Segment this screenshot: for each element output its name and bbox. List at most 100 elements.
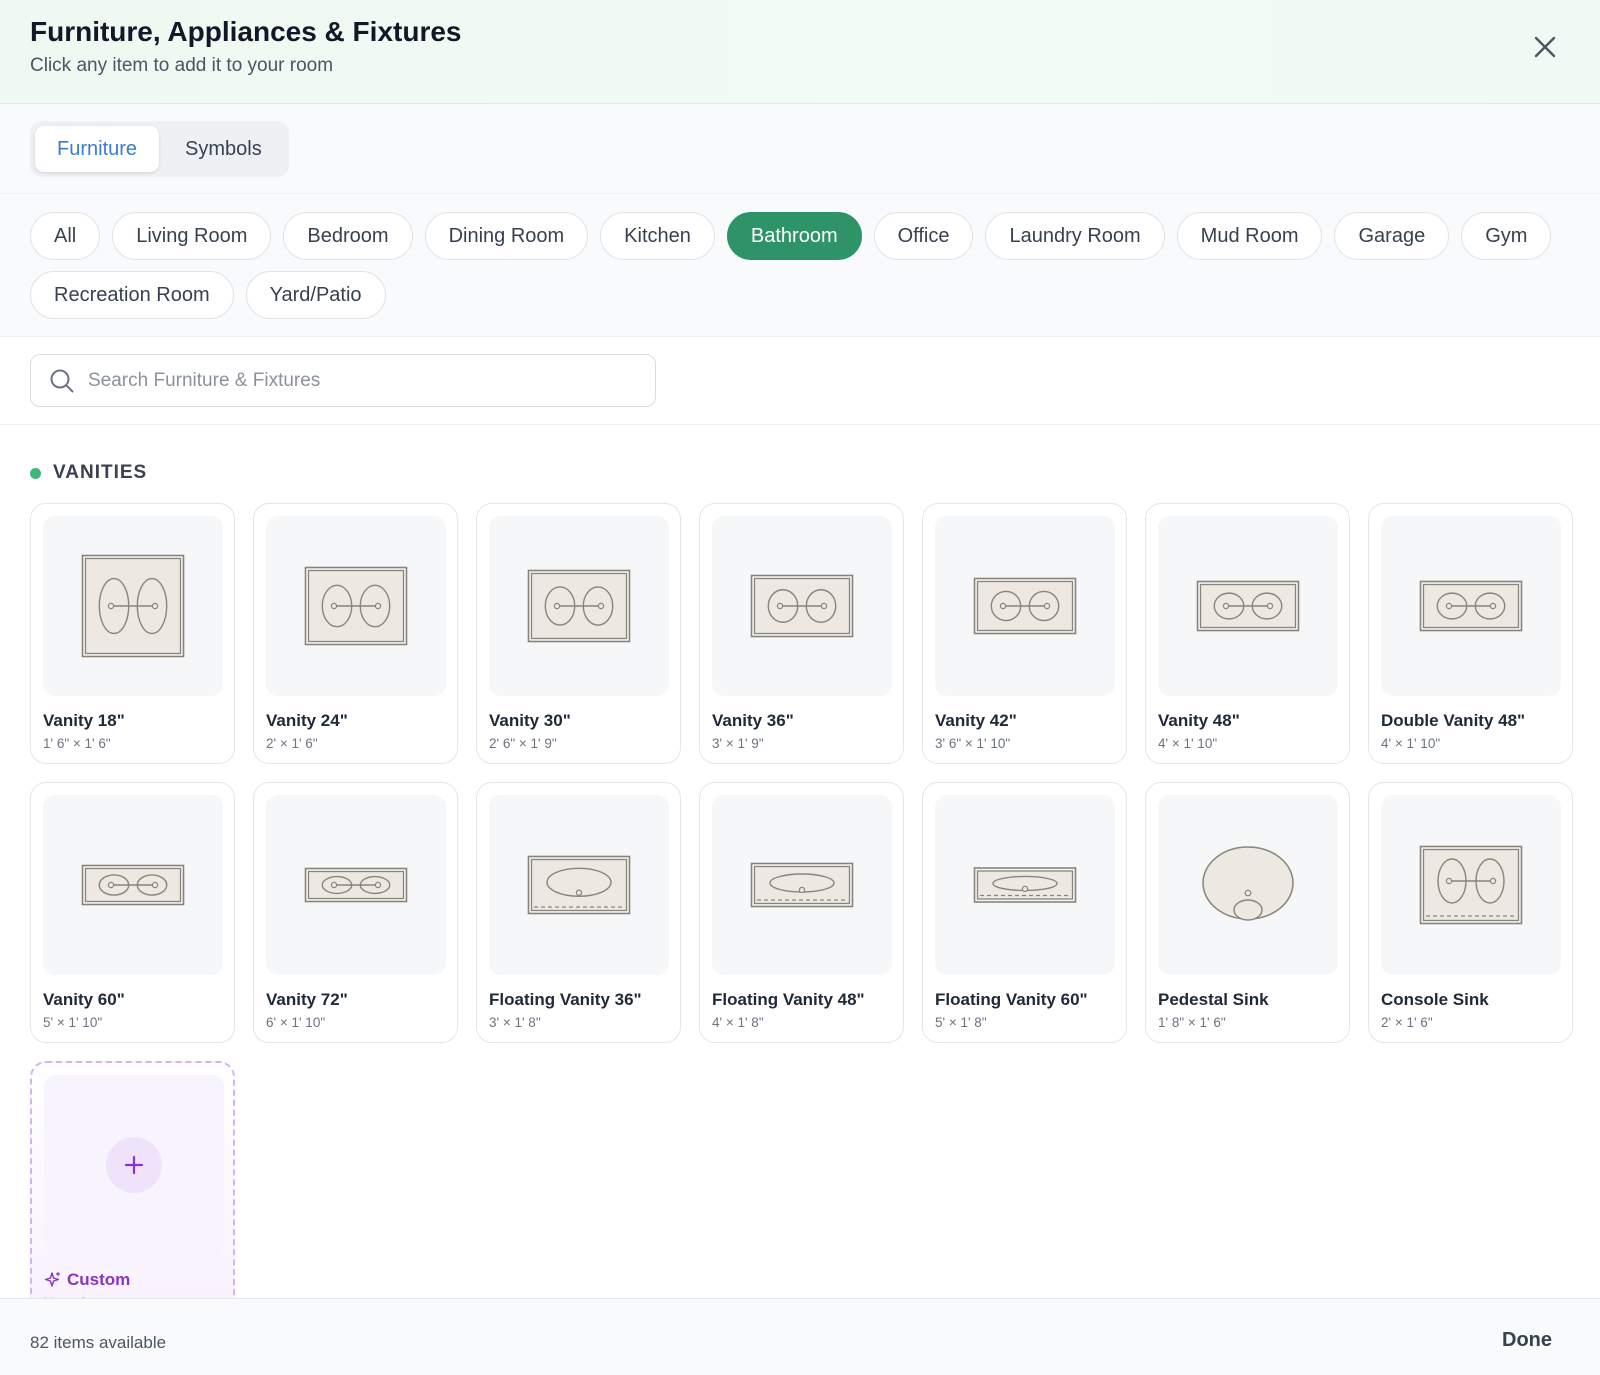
item-card-vanity-48[interactable]: Vanity 48" 4' × 1' 10" <box>1145 503 1350 764</box>
item-thumbnail <box>1381 795 1561 975</box>
console-sink-icon <box>1419 845 1523 925</box>
tabs-bar: Furniture Symbols <box>0 104 1600 194</box>
tab-switcher: Furniture Symbols <box>30 121 289 177</box>
category-chip-bathroom[interactable]: Bathroom <box>726 212 862 260</box>
item-name: Console Sink <box>1381 990 1489 1009</box>
custom-item-name: Custom <box>67 1270 131 1289</box>
items-count: 82 items available <box>30 1333 167 1352</box>
vanity-double-sink-icon <box>750 574 854 638</box>
item-dimensions: 5' × 1' 10" <box>43 1015 103 1030</box>
dialog-title: Furniture, Appliances & Fixtures <box>30 16 462 47</box>
item-card-double-vanity-48[interactable]: Double Vanity 48" 4' × 1' 10" <box>1368 503 1573 764</box>
vanity-double-sink-icon <box>304 867 408 903</box>
tab-symbols[interactable]: Symbols <box>163 126 284 172</box>
item-thumbnail <box>1381 516 1561 696</box>
item-dimensions: 2' × 1' 6" <box>266 736 318 751</box>
dialog-subtitle: Click any item to add it to your room <box>30 55 334 76</box>
item-dimensions: 3' 6" × 1' 10" <box>935 736 1011 751</box>
search-input[interactable] <box>88 369 628 392</box>
item-thumbnail <box>935 516 1115 696</box>
category-filter-bar: All Living Room Bedroom Dining Room Kitchen B… <box>0 194 1600 337</box>
category-chip-dining-room[interactable]: Dining Room <box>424 212 589 260</box>
item-card-vanity-72[interactable]: Vanity 72" 6' × 1' 10" <box>253 782 458 1043</box>
item-dimensions: 5' × 1' 8" <box>935 1015 987 1030</box>
category-chip-kitchen[interactable]: Kitchen <box>600 212 715 260</box>
item-dimensions: 3' × 1' 8" <box>489 1015 541 1030</box>
item-dimensions: 3' × 1' 9" <box>712 736 764 751</box>
item-card-vanity-36[interactable]: Vanity 36" 3' × 1' 9" <box>699 503 904 764</box>
item-dimensions: 1' 8" × 1' 6" <box>1158 1015 1226 1030</box>
category-chip-office[interactable]: Office <box>873 212 974 260</box>
item-dimensions: 2' 6" × 1' 9" <box>489 736 557 751</box>
item-name: Vanity 72" <box>266 990 348 1009</box>
vanity-double-sink-icon <box>81 554 185 658</box>
category-chip-mud-room[interactable]: Mud Room <box>1176 212 1323 260</box>
done-button[interactable]: Done <box>1502 1325 1552 1356</box>
item-grid: Vanity 18" 1' 6" × 1' 6" Vanity 24" 2' × 1'… <box>30 503 1575 1298</box>
item-thumbnail <box>489 795 669 975</box>
category-chip-garage[interactable]: Garage <box>1334 212 1450 260</box>
item-thumbnail <box>1158 795 1338 975</box>
floating-vanity-icon <box>527 855 631 915</box>
add-custom-button[interactable] <box>106 1137 162 1193</box>
category-chip-all[interactable]: All <box>30 212 101 260</box>
item-name: Floating Vanity 36" <box>489 990 642 1009</box>
item-thumbnail <box>935 795 1115 975</box>
category-chip-yard-patio[interactable]: Yard/Patio <box>245 271 386 319</box>
item-card-floating-vanity-60[interactable]: Floating Vanity 60" 5' × 1' 8" <box>922 782 1127 1043</box>
dialog-footer: 82 items available Done <box>0 1298 1600 1375</box>
custom-thumbnail <box>44 1075 224 1255</box>
item-card-vanity-42[interactable]: Vanity 42" 3' 6" × 1' 10" <box>922 503 1127 764</box>
tab-furniture[interactable]: Furniture <box>35 126 160 172</box>
item-name: Floating Vanity 60" <box>935 990 1088 1009</box>
item-dimensions: 4' × 1' 8" <box>712 1015 764 1030</box>
search-box[interactable] <box>30 354 656 407</box>
category-chip-laundry-room[interactable]: Laundry Room <box>985 212 1165 260</box>
category-chip-bedroom[interactable]: Bedroom <box>283 212 413 260</box>
close-button[interactable] <box>1528 30 1562 64</box>
item-name: Pedestal Sink <box>1158 990 1269 1009</box>
item-card-pedestal-sink[interactable]: Pedestal Sink 1' 8" × 1' 6" <box>1145 782 1350 1043</box>
search-bar <box>0 337 1600 425</box>
vanity-double-sink-icon <box>973 577 1077 635</box>
section-header-vanities: VANITIES <box>30 462 147 484</box>
sparkle-icon <box>44 1271 61 1287</box>
close-icon <box>1534 36 1556 58</box>
vanity-double-sink-icon <box>1419 580 1523 632</box>
item-thumbnail <box>43 516 223 696</box>
item-name: Double Vanity 48" <box>1381 711 1526 730</box>
item-name: Vanity 36" <box>712 711 794 730</box>
item-thumbnail <box>266 516 446 696</box>
vanity-double-sink-icon <box>527 569 631 643</box>
item-thumbnail <box>266 795 446 975</box>
category-chip-gym[interactable]: Gym <box>1461 212 1552 260</box>
item-dimensions: 2' × 1' 6" <box>1381 1015 1433 1030</box>
item-dimensions: 4' × 1' 10" <box>1381 736 1441 751</box>
item-card-vanity-30[interactable]: Vanity 30" 2' 6" × 1' 9" <box>476 503 681 764</box>
item-card-vanity-18[interactable]: Vanity 18" 1' 6" × 1' 6" <box>30 503 235 764</box>
item-name: Vanity 24" <box>266 711 348 730</box>
item-card-console-sink[interactable]: Console Sink 2' × 1' 6" <box>1368 782 1573 1043</box>
section-title: VANITIES <box>53 462 148 483</box>
custom-item-card[interactable]: CustomYour size <box>30 1061 235 1298</box>
item-dimensions: 4' × 1' 10" <box>1158 736 1218 751</box>
category-chip-recreation-room[interactable]: Recreation Room <box>30 271 234 319</box>
item-dimensions: 6' × 1' 10" <box>266 1015 326 1030</box>
search-icon <box>50 369 74 392</box>
item-name: Vanity 30" <box>489 711 571 730</box>
item-thumbnail <box>712 795 892 975</box>
item-name: Vanity 18" <box>43 711 125 730</box>
item-card-vanity-24[interactable]: Vanity 24" 2' × 1' 6" <box>253 503 458 764</box>
item-card-floating-vanity-36[interactable]: Floating Vanity 36" 3' × 1' 8" <box>476 782 681 1043</box>
item-card-floating-vanity-48[interactable]: Floating Vanity 48" 4' × 1' 8" <box>699 782 904 1043</box>
section-indicator-dot <box>30 467 41 479</box>
item-dimensions: 1' 6" × 1' 6" <box>43 736 111 751</box>
item-thumbnail <box>489 516 669 696</box>
item-name: Vanity 48" <box>1158 711 1240 730</box>
pedestal-sink-icon <box>1202 846 1294 921</box>
item-name: Vanity 42" <box>935 711 1017 730</box>
plus-icon <box>124 1155 144 1175</box>
category-chip-living-room[interactable]: Living Room <box>112 212 272 260</box>
item-name: Vanity 60" <box>43 990 125 1009</box>
item-card-vanity-60[interactable]: Vanity 60" 5' × 1' 10" <box>30 782 235 1043</box>
